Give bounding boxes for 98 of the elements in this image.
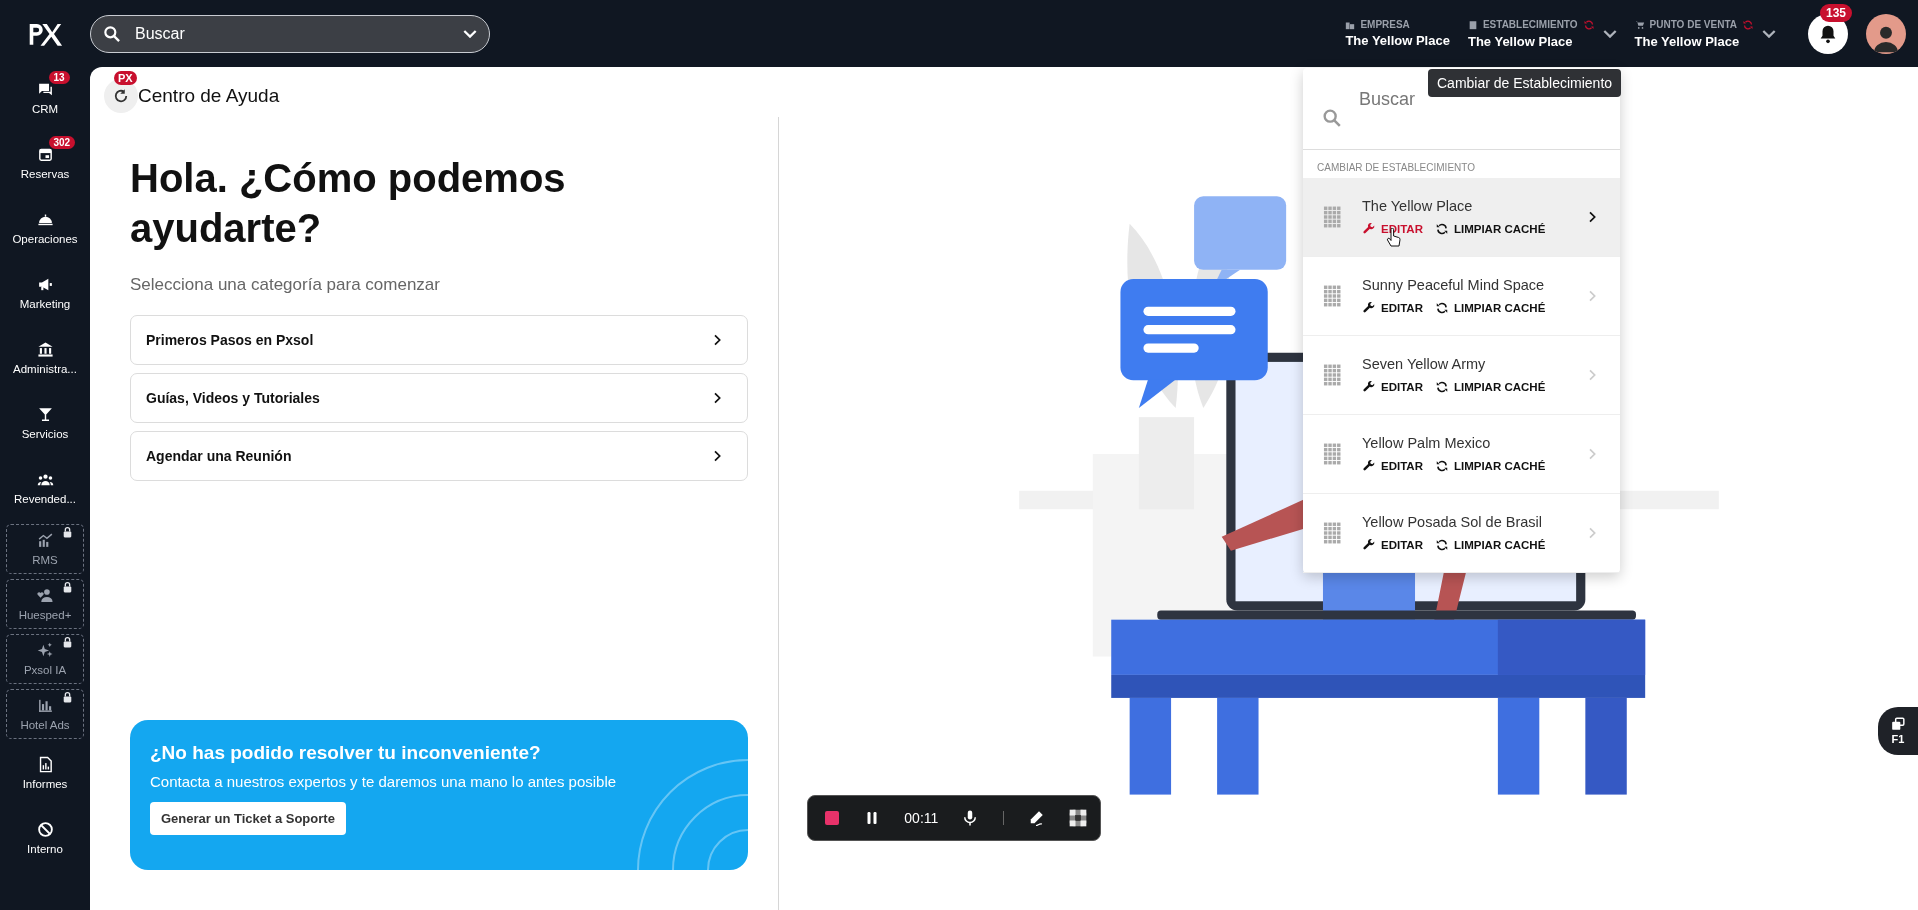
category-label: Guías, Videos y Tutoriales (146, 390, 320, 406)
sidebar-item[interactable]: Informes (5, 742, 85, 803)
bar-chart-icon (36, 697, 54, 714)
context-label: PUNTO DE VENTA (1649, 19, 1737, 30)
sidebar-item[interactable]: 302 Reservas (5, 132, 85, 193)
context-label: ESTABLECIMIENTO (1482, 19, 1578, 30)
sync-icon (1434, 538, 1449, 552)
context-label: EMPRESA (1360, 19, 1410, 30)
property-name: Sunny Peaceful Mind Space (1362, 277, 1546, 293)
shortcut-label: F1 (1891, 733, 1905, 745)
clear-cache-link[interactable]: LIMPIAR CACHÉ (1434, 222, 1546, 236)
sidebar-item[interactable]: Revended... (5, 457, 85, 518)
clear-cache-link[interactable]: LIMPIAR CACHÉ (1434, 459, 1546, 473)
page-title: Centro de Ayuda (138, 85, 280, 107)
building-icon (1467, 19, 1478, 30)
sync-icon (1434, 459, 1449, 473)
avatar[interactable] (1866, 13, 1906, 54)
clear-cache-link[interactable]: LIMPIAR CACHÉ (1434, 538, 1546, 552)
sidebar-item[interactable]: Marketing (5, 262, 85, 323)
property-name: Yellow Palm Mexico (1362, 435, 1492, 451)
category-label: Primeros Pasos en Pxsol (146, 332, 314, 348)
search-field[interactable]: Buscar (90, 14, 490, 53)
building-icon (1323, 521, 1342, 545)
section-label: CAMBIAR DE ESTABLECIMIENTO (1316, 161, 1476, 175)
property-option[interactable]: Yellow Posada Sol de Brasil EDITAR LIMPIAR CACHÉ (1303, 494, 1620, 573)
trend-chart-icon (36, 532, 54, 549)
sidebar-item[interactable]: Hotel Ads (6, 689, 84, 739)
chevron-down-icon[interactable] (1762, 29, 1776, 38)
property-option[interactable]: Seven Yellow Army EDITAR LIMPIAR CACHÉ (1303, 336, 1620, 415)
wrench-icon (1362, 380, 1376, 394)
property-option[interactable]: Yellow Palm Mexico EDITAR LIMPIAR CACHÉ (1303, 415, 1620, 494)
ban-icon (36, 820, 54, 838)
building-icon (1323, 363, 1342, 387)
sidebar-item[interactable]: Administra... (5, 327, 85, 388)
sidebar-item[interactable]: Huesped+ (6, 579, 84, 629)
notification-count: 135 (1820, 3, 1853, 22)
property-option[interactable]: Sunny Peaceful Mind Space EDITAR LIMPIAR CACHÉ (1303, 257, 1620, 336)
building-icon (1323, 205, 1342, 229)
recording-time: 00:11 (904, 810, 939, 826)
count-badge: 302 (48, 135, 76, 149)
edit-link[interactable]: EDITAR (1362, 222, 1423, 236)
cart-icon (1634, 19, 1645, 30)
property-name: The Yellow Place (1362, 198, 1474, 214)
edit-link[interactable]: EDITAR (1362, 459, 1423, 473)
sidebar-item[interactable]: 13 CRM (5, 67, 85, 128)
clear-cache-link[interactable]: LIMPIAR CACHÉ (1434, 380, 1546, 394)
building-icon (1323, 442, 1342, 466)
clear-cache-link[interactable]: LIMPIAR CACHÉ (1434, 301, 1546, 315)
edit-link[interactable]: EDITAR (1362, 301, 1423, 315)
property-name: Yellow Posada Sol de Brasil (1362, 514, 1544, 530)
property-name: Seven Yellow Army (1362, 356, 1487, 372)
cocktail-glass-icon (36, 405, 54, 423)
sidebar-item[interactable]: Pxsol IA (6, 634, 84, 684)
sidebar-item[interactable]: Operaciones (5, 197, 85, 258)
context-selector[interactable]: ESTABLECIMIENTO The Yellow Place (1467, 18, 1617, 49)
windows-icon (1891, 717, 1905, 731)
chevron-down-icon[interactable] (1602, 29, 1617, 38)
wrench-icon (1362, 301, 1376, 315)
checker-icon[interactable] (1067, 808, 1088, 828)
sidebar-item[interactable]: Interno (5, 807, 85, 868)
chat-bubble-icon (1119, 279, 1268, 408)
context-value[interactable]: The Yellow Place (1634, 33, 1754, 49)
heading: Hola. ¿Cómo podemos ayudarte? (130, 155, 567, 252)
category-link[interactable]: Primeros Pasos en Pxsol (130, 315, 748, 365)
sync-icon (1434, 301, 1449, 315)
support-title: ¿No has podido resolver tu inconveniente? (150, 742, 541, 764)
bank-icon (36, 340, 54, 358)
wrench-icon (1362, 459, 1376, 473)
building-icon (1323, 284, 1342, 308)
tooltip: Cambiar de Establecimiento (1428, 69, 1622, 97)
help-button[interactable]: F1 (1878, 707, 1918, 755)
search-icon (102, 23, 122, 44)
search-icon (1321, 107, 1343, 129)
stop-icon[interactable] (824, 810, 840, 826)
sparkles-icon (36, 642, 54, 659)
edit-link[interactable]: EDITAR (1362, 538, 1423, 552)
context-selector[interactable]: PUNTO DE VENTA The Yellow Place (1634, 18, 1776, 49)
sync-icon (1434, 222, 1449, 236)
category-label: Agendar una Reunión (146, 448, 292, 464)
count-badge: 13 (48, 70, 70, 84)
logo-badge: PX (114, 71, 137, 85)
property-option[interactable]: The Yellow Place EDITAR LIMPIAR CACHÉ (1303, 178, 1620, 257)
refresh-icon[interactable] (112, 87, 130, 105)
ticket-button[interactable]: Generar un Ticket a Soporte (150, 802, 346, 835)
sidebar-item[interactable]: Servicios (5, 392, 85, 453)
category-link[interactable]: Guías, Videos y Tutoriales (130, 373, 748, 423)
category-link[interactable]: Agendar una Reunión (130, 431, 748, 481)
context-selector[interactable]: EMPRESA The Yellow Place (1345, 19, 1450, 48)
person-heart-icon (36, 587, 54, 604)
sidebar-item[interactable]: RMS (6, 524, 84, 574)
sync-icon (1434, 380, 1449, 394)
subheading: Selecciona una categoría para comenzar (130, 275, 441, 295)
wrench-icon (1362, 222, 1376, 236)
wrench-icon (1362, 538, 1376, 552)
edit-link[interactable]: EDITAR (1362, 380, 1423, 394)
context-value[interactable]: The Yellow Place (1345, 33, 1450, 48)
support-text: Contacta a nuestros expertos y te daremos una mano lo antes posible (150, 773, 617, 790)
context-value[interactable]: The Yellow Place (1467, 33, 1595, 49)
